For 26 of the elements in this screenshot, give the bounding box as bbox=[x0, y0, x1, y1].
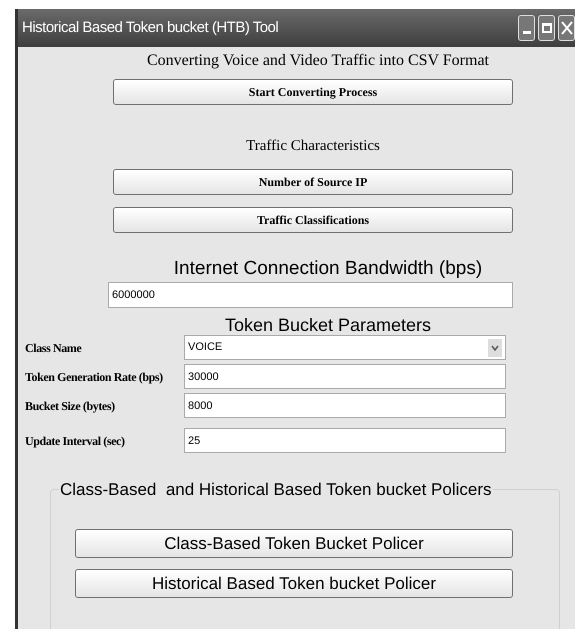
traffic-button[interactable]: Traffic Classifications bbox=[113, 207, 513, 233]
policer-button[interactable]: Class-Based Token Bucket Policer bbox=[75, 529, 513, 558]
start-converting-button[interactable]: Start Converting Process bbox=[113, 79, 513, 105]
parameter-field[interactable]: 8000 bbox=[184, 393, 506, 418]
bandwidth-heading: Internet Connection Bandwidth (bps) bbox=[172, 257, 484, 279]
bandwidth-field[interactable]: 6000000 bbox=[108, 282, 513, 308]
policer-button[interactable]: Historical Based Token bucket Policer bbox=[75, 569, 513, 598]
parameters-heading: Token Bucket Parameters bbox=[224, 314, 432, 334]
field-label: Token Generation Rate (bps) bbox=[24, 368, 164, 386]
field-label: Bucket Size (bytes) bbox=[24, 398, 116, 414]
parameter-field[interactable]: 25 bbox=[184, 428, 506, 453]
chevron-down-icon bbox=[488, 338, 502, 356]
conversion-heading: Converting Voice and Video Traffic into CSV Format bbox=[146, 51, 490, 71]
maximize-icon bbox=[542, 23, 552, 33]
close-button[interactable] bbox=[558, 15, 575, 41]
field-label: Class Name bbox=[24, 340, 82, 356]
maximize-button[interactable] bbox=[538, 15, 555, 41]
field-label: Update Interval (sec) bbox=[24, 432, 126, 450]
minimize-icon bbox=[522, 30, 530, 34]
class-name-dropdown[interactable]: VOICE bbox=[184, 335, 506, 360]
minimize-button[interactable] bbox=[518, 15, 535, 41]
window-title: Historical Based Token bucket (HTB) Tool bbox=[22, 18, 278, 38]
traffic-heading: Traffic Characteristics bbox=[245, 137, 381, 155]
traffic-button[interactable]: Number of Source IP bbox=[113, 169, 513, 195]
parameter-field[interactable]: 30000 bbox=[184, 364, 506, 389]
close-icon bbox=[560, 21, 572, 35]
